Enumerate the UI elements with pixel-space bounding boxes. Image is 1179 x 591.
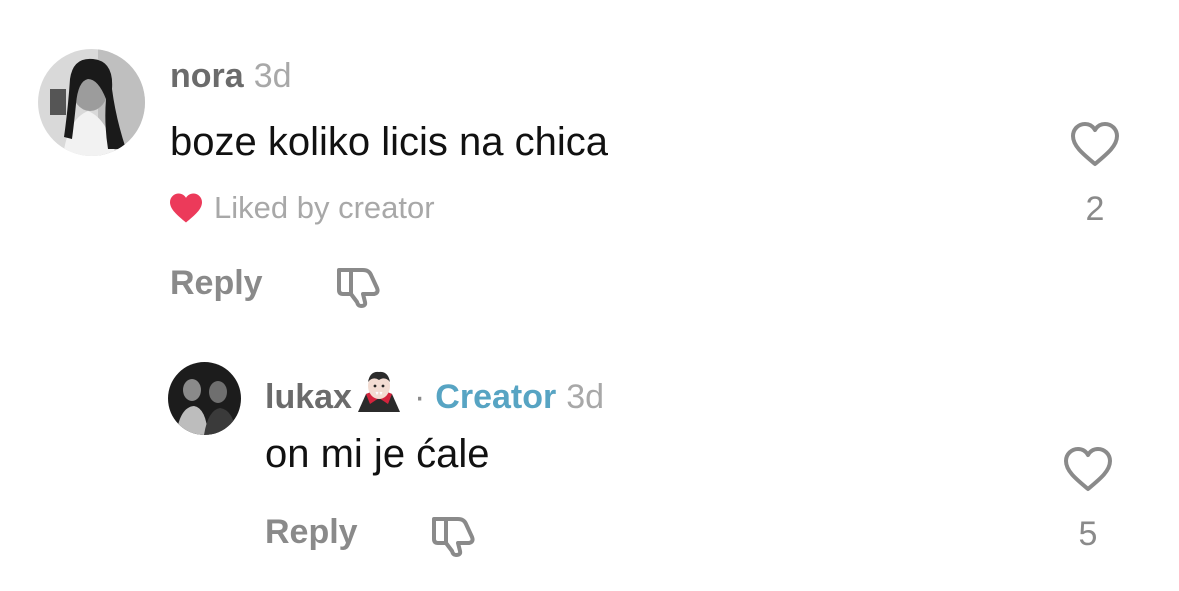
thumbs-down-icon	[432, 517, 475, 557]
username-text[interactable]: lukax	[265, 378, 352, 416]
like-count: 2	[1085, 190, 1105, 228]
comment-username[interactable]: nora 3d	[170, 57, 292, 96]
comment-timestamp: 3d	[566, 378, 605, 416]
comment-text: boze koliko licis na chica	[170, 120, 608, 164]
heart-outline-icon	[1071, 122, 1119, 166]
username-text[interactable]: nora	[170, 57, 244, 95]
comment-username[interactable]: lukax · Creator 3d	[265, 368, 604, 423]
separator-dot: ·	[413, 378, 426, 416]
heart-filled-icon	[170, 193, 202, 223]
reply-button[interactable]: Reply	[170, 264, 263, 303]
reply-button[interactable]: Reply	[265, 513, 358, 552]
creator-badge: Creator	[435, 378, 557, 416]
heart-outline-icon	[1064, 447, 1112, 491]
liked-by-label: Liked by creator	[214, 190, 435, 225]
avatar[interactable]	[168, 362, 241, 435]
vampire-emoji	[356, 368, 402, 423]
avatar[interactable]	[38, 49, 145, 156]
comment-timestamp: 3d	[253, 57, 292, 95]
liked-by-creator: Liked by creator	[168, 190, 435, 226]
like-count: 5	[1078, 515, 1098, 553]
comment-text: on mi je ćale	[265, 432, 490, 476]
like-button[interactable]	[1062, 445, 1114, 498]
dislike-button[interactable]	[428, 513, 478, 562]
thumbs-down-icon	[337, 268, 380, 308]
dislike-button[interactable]	[333, 264, 383, 313]
like-button[interactable]	[1069, 120, 1121, 173]
